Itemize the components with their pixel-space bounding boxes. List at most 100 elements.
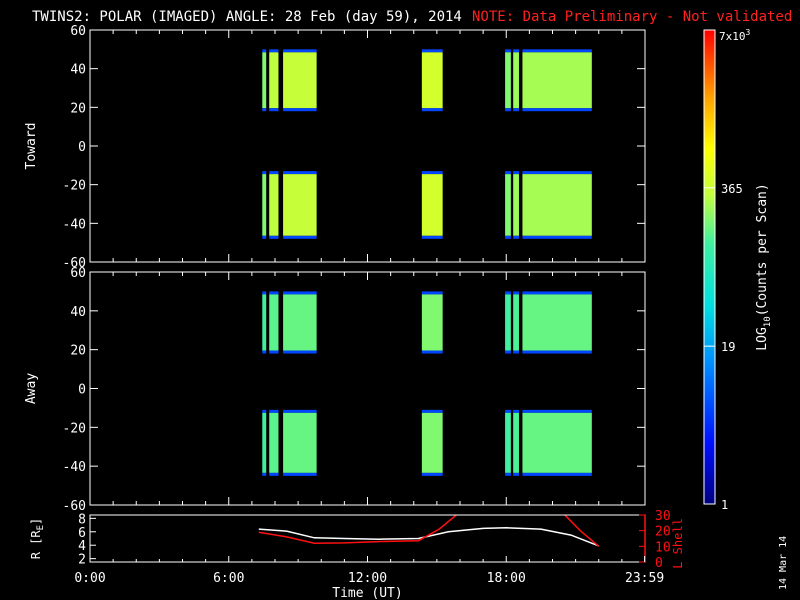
y-tick-label: 4 (78, 539, 86, 554)
data-block (421, 174, 443, 236)
data-block-edge (505, 235, 511, 239)
preliminary-note: NOTE: Data Preliminary - Not validated (472, 9, 792, 25)
y-tick-label: 60 (70, 24, 86, 39)
data-block-edge (421, 108, 443, 112)
y-tick-label: 20 (70, 344, 86, 359)
x-tick-label: 6:00 (213, 571, 244, 586)
data-block (262, 412, 267, 473)
y2-tick-label: 20 (655, 525, 671, 540)
data-block-edge (262, 472, 267, 476)
data-block-edge (522, 409, 592, 413)
data-block-edge (269, 171, 279, 175)
data-block (269, 294, 279, 351)
data-block-edge (421, 472, 443, 476)
y-tick-label: -20 (63, 421, 86, 436)
data-block-edge (283, 108, 317, 112)
data-block-edge (421, 49, 443, 53)
data-block-edge (421, 409, 443, 413)
data-block-edge (283, 171, 317, 175)
data-block-edge (283, 409, 317, 413)
data-block (283, 412, 317, 473)
data-block-edge (505, 291, 511, 295)
data-block-edge (513, 108, 519, 112)
data-block-edge (513, 291, 519, 295)
data-block (283, 294, 317, 351)
colorbar-tick-label: 19 (721, 340, 735, 354)
y-tick-label: 8 (78, 512, 86, 527)
data-block-edge (522, 49, 592, 53)
y-axis-label: R [RE] (29, 518, 46, 560)
data-block (522, 174, 592, 236)
y-axis-label: Away (24, 373, 39, 404)
y2-axis-label: L Shell (671, 518, 685, 569)
data-block-edge (283, 235, 317, 239)
y-tick-label: 2 (78, 553, 86, 568)
y-tick-label: 0 (78, 140, 86, 155)
y-tick-label: 0 (78, 383, 86, 398)
data-block-edge (269, 409, 279, 413)
data-block-edge (262, 409, 267, 413)
data-block-edge (262, 235, 267, 239)
y-tick-label: -20 (63, 179, 86, 194)
data-block (522, 294, 592, 351)
data-block-edge (283, 291, 317, 295)
data-block (269, 174, 279, 236)
data-block (269, 52, 279, 109)
data-block-edge (513, 472, 519, 476)
y2-tick-label: 10 (655, 540, 671, 555)
data-block-edge (421, 235, 443, 239)
colorbar-tick-label: 365 (721, 182, 743, 196)
data-block (262, 294, 267, 351)
data-block-edge (513, 235, 519, 239)
colorbar-tick-label: 1 (721, 498, 728, 512)
data-block-edge (269, 108, 279, 112)
data-block (513, 412, 519, 473)
data-block-edge (262, 49, 267, 53)
data-block (522, 412, 592, 473)
data-block (262, 174, 267, 236)
data-block (283, 52, 317, 109)
figure: TWINS2: POLAR (IMAGED) ANGLE: 28 Feb (da… (24, 9, 792, 600)
data-block-edge (283, 472, 317, 476)
data-block (505, 174, 511, 236)
data-block-edge (505, 49, 511, 53)
data-block-edge (269, 291, 279, 295)
x-tick-label: 0:00 (74, 571, 105, 586)
data-block-edge (269, 235, 279, 239)
y-tick-label: 6 (78, 526, 86, 541)
colorbar-gradient (703, 29, 716, 505)
side-date-stamp: 14 Mar 14 (778, 536, 789, 590)
data-block (505, 412, 511, 473)
data-block-edge (421, 171, 443, 175)
data-block (513, 294, 519, 351)
data-block-edge (269, 472, 279, 476)
x-tick-label: 18:00 (487, 571, 526, 586)
y-tick-label: 40 (70, 63, 86, 78)
data-block (262, 52, 267, 109)
data-block-edge (505, 472, 511, 476)
data-block-edge (283, 350, 317, 354)
data-block-edge (522, 291, 592, 295)
y2-tick-label: 30 (655, 509, 671, 524)
data-block-edge (522, 472, 592, 476)
y-tick-label: 40 (70, 305, 86, 320)
panel-orbit: 2468 0102030 0:00 6:00 12:00 18:00 23:59 Time (… (29, 509, 685, 600)
data-block-edge (513, 350, 519, 354)
data-block-edge (505, 409, 511, 413)
data-block-edge (522, 350, 592, 354)
data-block-edge (505, 108, 511, 112)
y2-tick-label: 0 (655, 556, 663, 571)
data-block-edge (522, 108, 592, 112)
data-block-edge (505, 350, 511, 354)
data-block-edge (513, 409, 519, 413)
data-block-edge (262, 350, 267, 354)
data-block-edge (262, 171, 267, 175)
data-block-edge (283, 49, 317, 53)
data-block (505, 294, 511, 351)
y-tick-label: -40 (63, 217, 86, 232)
data-block-edge (522, 171, 592, 175)
data-block-edge (505, 171, 511, 175)
x-axis-label: Time (UT) (332, 586, 402, 600)
data-block-edge (522, 235, 592, 239)
panel-toward: -60-40-200204060Toward (24, 24, 646, 271)
